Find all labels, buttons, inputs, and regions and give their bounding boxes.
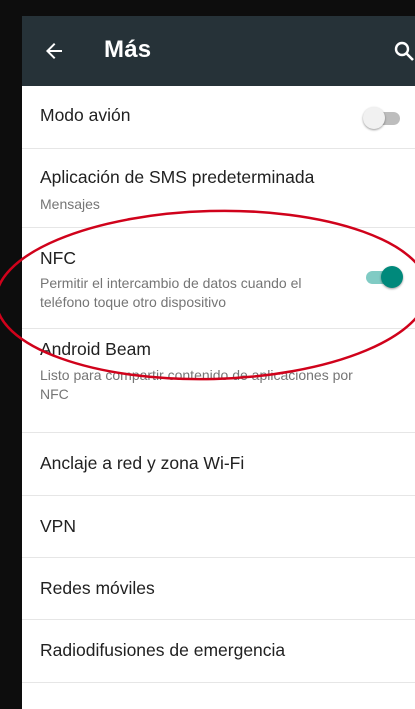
settings-screen: Más Modo avión Aplicación de SMS predete… xyxy=(22,16,415,709)
search-icon[interactable] xyxy=(392,39,415,63)
list-item-emergency-broadcasts[interactable]: Radiodifusiones de emergencia xyxy=(22,620,415,683)
item-title: VPN xyxy=(40,516,76,536)
device-frame-top xyxy=(0,0,415,16)
airplane-mode-toggle[interactable] xyxy=(363,106,403,130)
item-title: Anclaje a red y zona Wi-Fi xyxy=(40,453,245,473)
settings-list: Modo avión Aplicación de SMS predetermin… xyxy=(22,86,415,683)
device-frame-left xyxy=(0,0,22,709)
list-item-vpn[interactable]: VPN xyxy=(22,496,415,558)
item-title: Radiodifusiones de emergencia xyxy=(40,640,286,660)
item-title: NFC xyxy=(40,248,76,268)
item-title: Aplicación de SMS predeterminada xyxy=(40,167,315,187)
list-item-sms-app[interactable]: Aplicación de SMS predeterminada Mensaje… xyxy=(22,149,415,228)
list-item-android-beam[interactable]: Android Beam Listo para compartir conten… xyxy=(22,329,415,433)
arrow-left-icon[interactable] xyxy=(42,39,66,63)
item-title: Redes móviles xyxy=(40,578,155,598)
toggle-thumb xyxy=(381,266,403,288)
item-subtitle-line-2: teléfono toque otro dispositivo xyxy=(40,294,227,310)
item-subtitle-line-2: NFC xyxy=(40,386,69,402)
nfc-toggle[interactable] xyxy=(363,265,403,289)
page-title: Más xyxy=(104,36,152,63)
item-title: Android Beam xyxy=(40,339,151,359)
list-item-mobile-networks[interactable]: Redes móviles xyxy=(22,558,415,620)
item-title: Modo avión xyxy=(40,105,131,125)
item-subtitle-line-1: Permitir el intercambio de datos cuando … xyxy=(40,275,302,291)
list-item-nfc[interactable]: NFC Permitir el intercambio de datos cua… xyxy=(22,228,415,329)
list-item-airplane-mode[interactable]: Modo avión xyxy=(22,86,415,149)
app-bar: Más xyxy=(22,16,415,86)
item-subtitle: Mensajes xyxy=(40,196,100,212)
list-item-tethering[interactable]: Anclaje a red y zona Wi-Fi xyxy=(22,433,415,496)
item-subtitle-line-1: Listo para compartir contenido de aplica… xyxy=(40,367,353,383)
toggle-thumb xyxy=(363,107,385,129)
